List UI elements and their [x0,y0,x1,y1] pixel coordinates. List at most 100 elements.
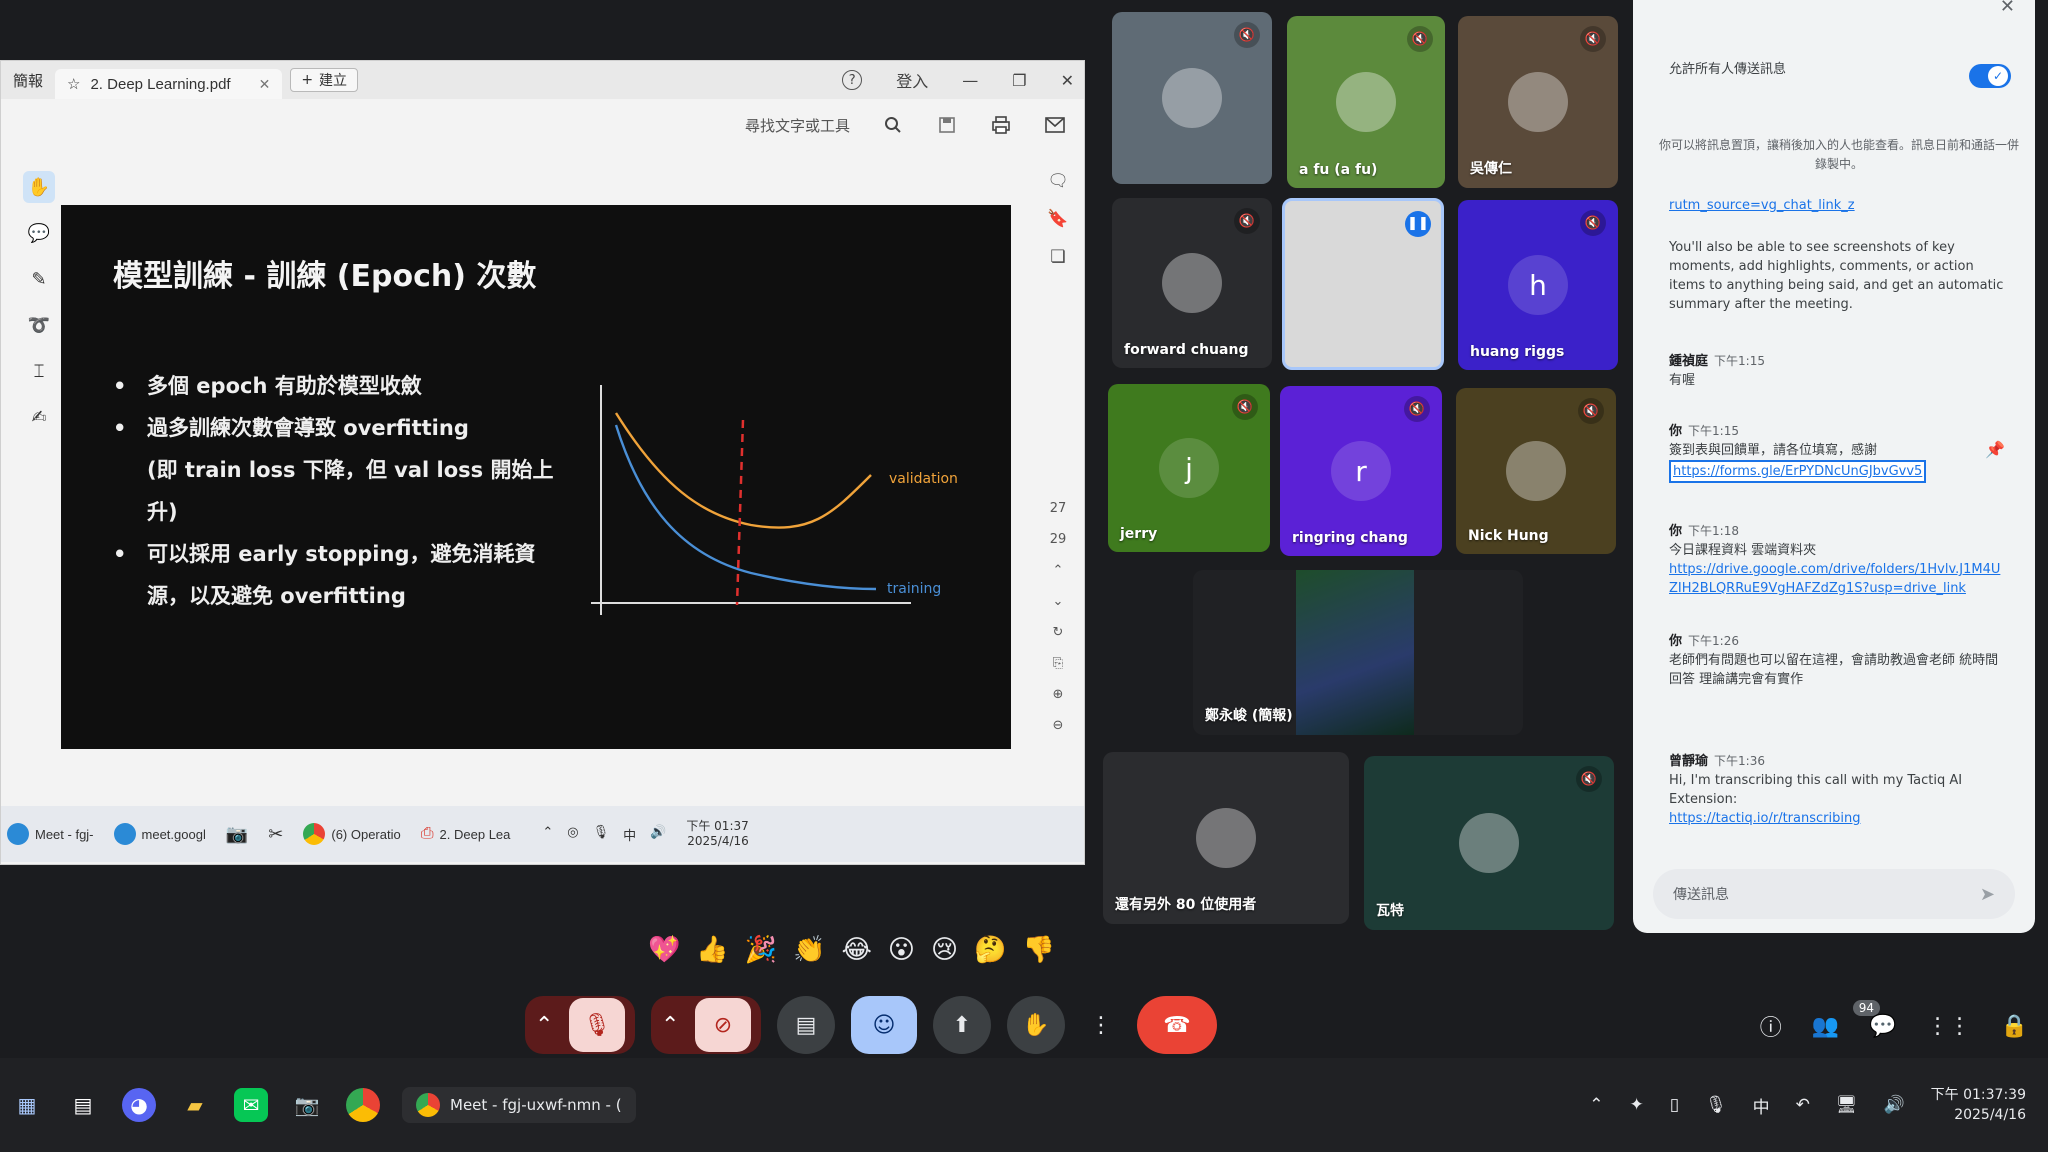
network-icon[interactable]: ◎ [567,825,578,844]
mail-icon[interactable] [1044,114,1066,136]
snip-icon[interactable]: ✂ [268,824,283,845]
zoom-out-icon[interactable]: ⊖ [1053,718,1064,733]
reaction-laugh[interactable]: 😂 [842,935,872,975]
participant-tile[interactable]: 🔇 forward chuang [1112,198,1272,368]
reaction-thumbs-up[interactable]: 👍 [696,935,728,975]
more-options-button[interactable]: ⋮ [1081,996,1121,1054]
participant-tile[interactable]: 鄭永峻 (簡報) [1193,570,1523,735]
chat-link[interactable]: https://tactiq.io/r/transcribing [1669,809,2009,828]
reaction-clap[interactable]: 👏 [793,935,825,975]
rotate-icon[interactable]: ↻ [1053,625,1064,640]
lasso-tool-icon[interactable]: ➰ [23,309,55,341]
participant-tile[interactable]: r 🔇 ringring chang [1280,386,1442,556]
chat-icon[interactable]: 💬 [1869,1014,1896,1039]
pages-icon[interactable]: ❏ [1050,247,1065,267]
participant-tile[interactable]: 🔇 吳傳仁 [1458,16,1618,188]
chevron-up-icon[interactable]: ⌃ [661,1013,679,1038]
sign-tool-icon[interactable]: ✍ [23,401,55,433]
search-icon[interactable] [882,114,904,136]
pin-icon[interactable]: 📌 [1985,440,2005,459]
bookmark-icon[interactable]: 🔖 [1047,209,1068,229]
send-icon[interactable]: ➤ [1980,884,1995,905]
chevron-up-icon[interactable]: ⌃ [535,1013,553,1038]
ime-indicator[interactable]: 中 [1753,1093,1770,1118]
chat-input[interactable]: 傳送訊息 ➤ [1653,869,2015,919]
save-icon[interactable] [936,114,958,136]
reaction-sad[interactable]: 😢 [931,935,958,975]
host-controls-icon[interactable]: 🔒 [2001,1014,2028,1039]
help-icon[interactable]: ? [842,70,863,90]
reaction-thinking[interactable]: 🤔 [974,935,1006,975]
captions-button[interactable]: ▤ [777,996,835,1054]
chevron-up-icon[interactable]: ⌃ [1589,1095,1603,1115]
tab-slides[interactable]: 簡報 [1,65,55,95]
close-window-icon[interactable]: ✕ [1061,71,1074,90]
page-up-icon[interactable]: ⌃ [1053,563,1064,578]
start-menu-icon[interactable]: ▦ [10,1088,44,1122]
mic-toggle-button[interactable]: ⌃ 🎙 [525,996,635,1054]
tab-deep-learning[interactable]: ☆ 2. Deep Learning.pdf ✕ [55,69,283,99]
chat-link[interactable]: https://forms.gle/ErPYDNcUnGJbvGvv5 [1669,460,1927,483]
battery-icon[interactable]: ▯ [1670,1095,1679,1115]
reaction-party[interactable]: 🎉 [745,935,777,975]
discord-icon[interactable]: ◕ [122,1088,156,1122]
participant-tile[interactable]: 🔇 瓦特 [1364,756,1614,930]
signin-button[interactable]: 登入 [896,68,928,92]
reaction-heart[interactable]: 💖 [648,935,680,975]
camera-toggle-button[interactable]: ⌃ ⊘ [651,996,761,1054]
new-tab-button[interactable]: + 建立 [290,68,359,92]
raise-hand-button[interactable]: ✋ [1007,996,1065,1054]
participant-tile[interactable]: j 🔇 jerry [1108,384,1270,552]
restore-icon[interactable]: ❐ [1012,71,1026,90]
link-text[interactable]: rutm_source=vg_chat_link_z [1669,198,1855,213]
extract-icon[interactable]: ⎘ [1053,656,1063,671]
emoji-button[interactable]: ☺ [851,996,917,1054]
participant-tile[interactable]: 還有另外 80 位使用者 [1103,752,1349,924]
volume-icon[interactable]: 🔊 [650,825,666,844]
taskbar-item[interactable]: ⎙ 2. Deep Lea [421,825,511,843]
reaction-surprised[interactable]: 😮 [888,935,915,975]
participant-tile[interactable]: 🔇 Nick Hung [1456,388,1616,554]
print-icon[interactable] [990,114,1012,136]
allow-messages-toggle[interactable] [1969,64,2011,88]
camera-app-icon[interactable]: 📷 [290,1088,324,1122]
minimize-icon[interactable]: — [962,71,978,90]
volume-icon[interactable]: 🔊 [1884,1095,1905,1115]
comment-tool-icon[interactable]: 💬 [23,217,55,249]
comment-icon[interactable]: 🗨 [1047,171,1069,191]
bluetooth-icon[interactable]: ✦ [1629,1095,1643,1115]
close-icon[interactable]: ✕ [259,76,271,93]
taskbar-item[interactable]: (6) Operatio [303,823,401,845]
close-chat-icon[interactable]: ✕ [2000,0,2015,17]
utm-link[interactable]: rutm_source=vg_chat_link_z [1669,196,2009,215]
active-meet-window[interactable]: Meet - fgj-uxwf-nmn - ( [402,1087,636,1123]
file-explorer-icon[interactable]: ▰ [178,1088,212,1122]
camera-app-icon[interactable]: 📷 [226,824,248,845]
ime-indicator[interactable]: 中 [623,825,636,844]
mic-icon[interactable]: 🎙 [1705,1095,1727,1115]
undo-icon[interactable]: ↶ [1796,1095,1810,1115]
chrome-icon[interactable] [346,1088,380,1122]
network-icon[interactable]: 🖥 [1836,1095,1858,1115]
chevron-up-icon[interactable]: ⌃ [542,825,553,844]
taskbar-item[interactable]: Meet - fgj- [7,823,94,845]
zoom-in-icon[interactable]: ⊕ [1053,687,1064,702]
participant-tile[interactable]: ❚❚ [1282,198,1444,370]
calculator-icon[interactable]: ▤ [66,1088,100,1122]
reaction-thumbs-down[interactable]: 👎 [1022,935,1054,975]
apps-icon[interactable]: ⋮⋮ [1927,1014,1971,1039]
hand-tool-icon[interactable]: ✋ [23,171,55,203]
chat-link[interactable]: https://drive.google.com/drive/folders/1… [1669,560,2009,598]
present-button[interactable]: ⬆ [933,996,991,1054]
people-icon[interactable]: 👥 [1812,1014,1839,1039]
mic-icon[interactable]: 🎙 [593,825,610,844]
page-down-icon[interactable]: ⌄ [1053,594,1064,609]
text-select-tool-icon[interactable]: ⌶ [23,355,55,387]
taskbar-item[interactable]: meet.googl [113,823,206,845]
participant-tile[interactable]: h 🔇 huang riggs [1458,200,1618,370]
leave-call-button[interactable]: ☎ [1137,996,1217,1054]
info-icon[interactable]: ⓘ [1760,1010,1782,1042]
participant-tile[interactable]: 🔇 [1112,12,1272,184]
search-tools-label[interactable]: 尋找文字或工具 [745,115,850,136]
participant-tile[interactable]: 🔇 a fu (a fu) [1287,16,1445,188]
